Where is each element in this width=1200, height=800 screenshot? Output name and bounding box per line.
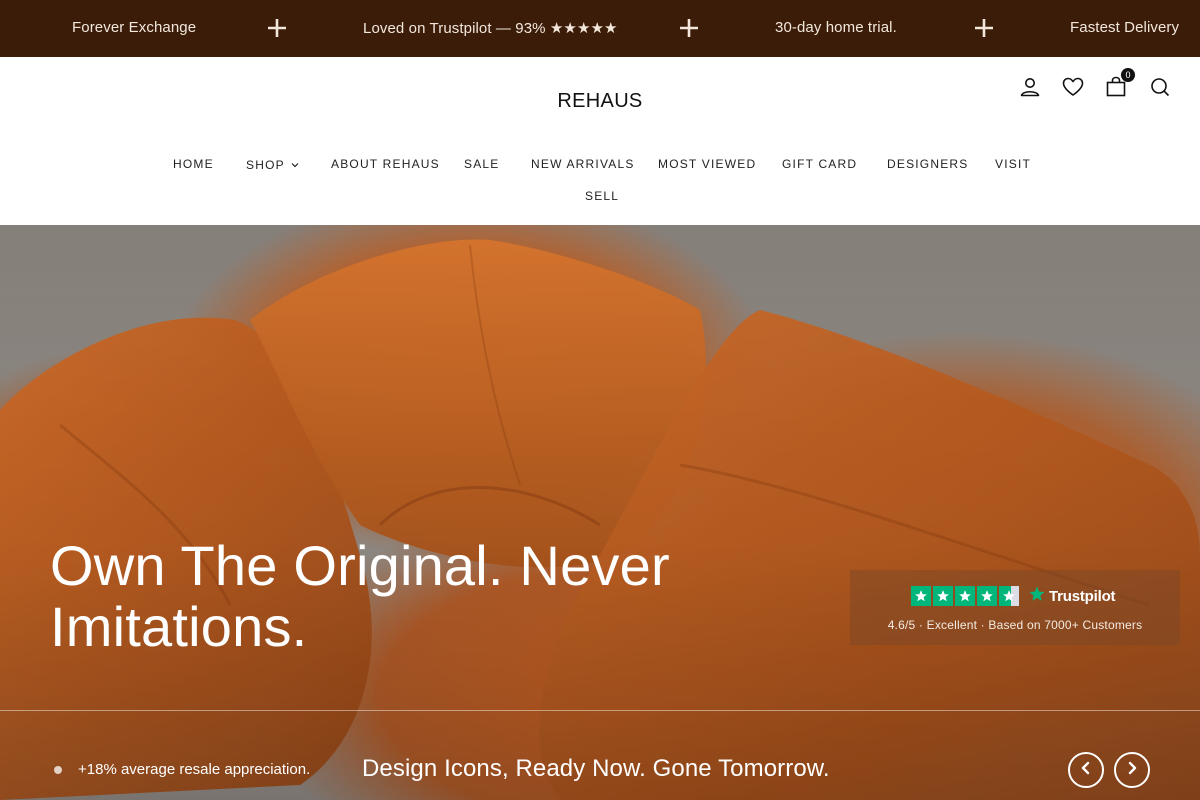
- hero-title: Own The Original. Never Imitations.: [50, 534, 670, 658]
- nav-about-rehaus[interactable]: ABOUT REHAUS: [331, 157, 440, 171]
- nav-designers[interactable]: DESIGNERS: [887, 157, 968, 171]
- hero-banner: Own The Original. Never Imitations. Trus…: [0, 225, 1200, 800]
- announcement-message: 30-day home trial.: [775, 19, 897, 36]
- chevron-left-icon: [1078, 760, 1094, 781]
- trustpilot-logo-star-icon: [1028, 585, 1046, 607]
- trustpilot-logo: Trustpilot: [1028, 585, 1116, 607]
- hero-stat: +18% average resale appreciation.: [78, 761, 311, 778]
- announcement-message: Fastest Delivery: [1070, 19, 1180, 36]
- bullet-dot: [54, 766, 62, 774]
- cart-count-badge: 0: [1121, 68, 1135, 82]
- nav-gift-card[interactable]: GIFT CARD: [782, 157, 857, 171]
- trustpilot-stars: [911, 586, 1019, 608]
- trustpilot-rating-text: 4.6/5 · Excellent · Based on 7000+ Custo…: [887, 618, 1143, 632]
- site-header: REHAUS 0 HOME SHOP ABOUT REHAUS SALE NEW…: [0, 57, 1200, 225]
- announcement-message: Loved on Trustpilot — 93% ★★★★★: [363, 20, 618, 37]
- slider-next-button[interactable]: [1114, 752, 1150, 788]
- star-icon: [933, 586, 953, 606]
- chevron-right-icon: [1124, 760, 1140, 781]
- star-icon: [911, 586, 931, 606]
- announcement-bar: Forever Exchange Loved on Trustpilot — 9…: [0, 0, 1200, 57]
- chevron-down-icon: [291, 157, 299, 171]
- hero-tagline: Design Icons, Ready Now. Gone Tomorrow.: [362, 755, 830, 782]
- nav-shop-label: SHOP: [246, 158, 285, 172]
- search-icon[interactable]: [1148, 75, 1172, 99]
- star-icon: [977, 586, 997, 606]
- trustpilot-widget[interactable]: Trustpilot 4.6/5 · Excellent · Based on …: [850, 570, 1180, 645]
- nav-visit[interactable]: VISIT: [995, 157, 1031, 171]
- hero-divider: [0, 710, 1200, 711]
- star-icon: [955, 586, 975, 606]
- slider-prev-button[interactable]: [1068, 752, 1104, 788]
- plus-icon: [266, 14, 288, 42]
- cart-bag-icon[interactable]: 0: [1104, 68, 1135, 99]
- plus-icon: [678, 14, 700, 42]
- nav-sell[interactable]: SELL: [585, 189, 619, 203]
- trustpilot-brand-text: Trustpilot: [1049, 587, 1116, 605]
- nav-new-arrivals[interactable]: NEW ARRIVALS: [531, 157, 635, 171]
- nav-sale[interactable]: SALE: [464, 157, 500, 171]
- nav-most-viewed[interactable]: MOST VIEWED: [658, 157, 756, 171]
- wishlist-heart-icon[interactable]: [1061, 75, 1085, 99]
- nav-shop[interactable]: SHOP: [246, 157, 299, 172]
- account-icon[interactable]: [1018, 75, 1042, 99]
- plus-icon: [973, 14, 995, 42]
- announcement-message: Forever Exchange: [72, 19, 197, 36]
- star-half-icon: [999, 586, 1019, 606]
- nav-home[interactable]: HOME: [173, 157, 214, 171]
